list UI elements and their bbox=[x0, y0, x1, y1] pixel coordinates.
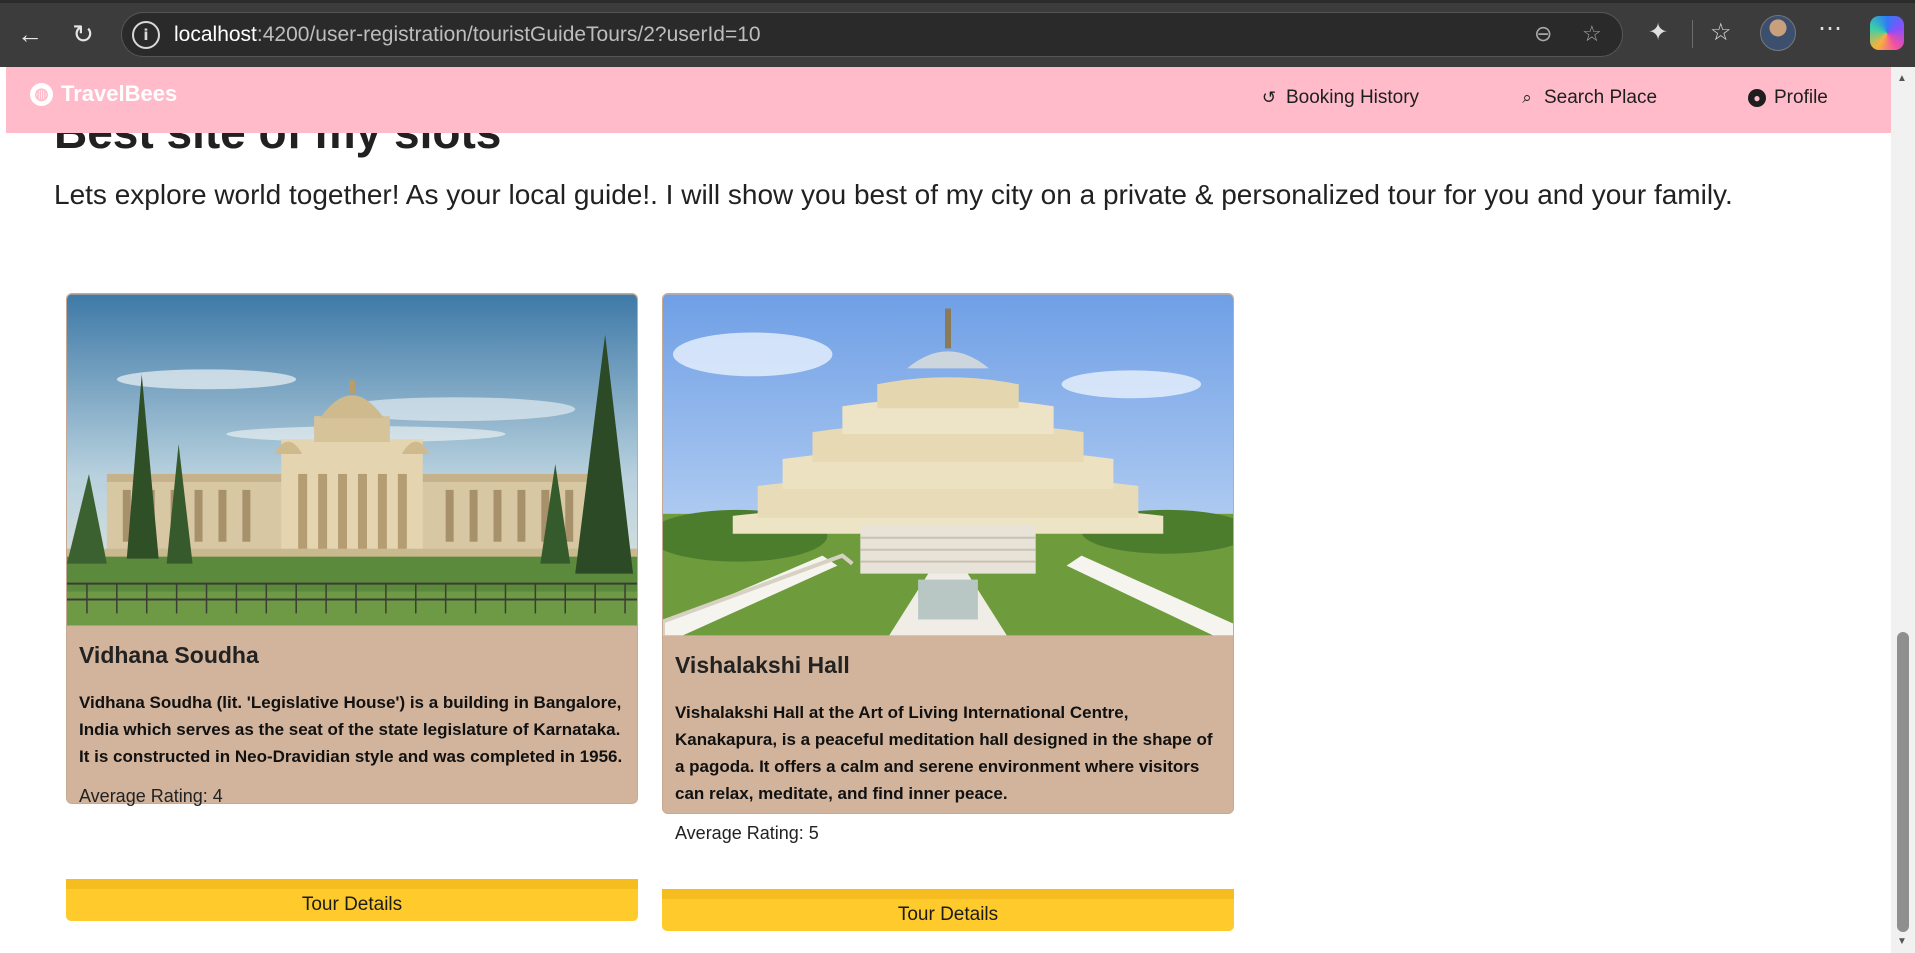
zoom-out-icon[interactable]: ⊖ bbox=[1534, 21, 1552, 47]
browser-profile-avatar[interactable] bbox=[1760, 15, 1796, 51]
tour-rating: Average Rating: 5 bbox=[675, 823, 819, 843]
card-body: Vidhana Soudha Vidhana Soudha (lit. 'Leg… bbox=[67, 642, 637, 807]
tour-details-button[interactable]: Tour Details bbox=[66, 879, 638, 921]
vishalakshi-hall-image bbox=[663, 294, 1233, 636]
tour-card: Vidhana Soudha Vidhana Soudha (lit. 'Leg… bbox=[66, 293, 638, 807]
url-text[interactable]: localhost:4200/user-registration/tourist… bbox=[174, 23, 761, 47]
brand-name: TravelBees bbox=[61, 81, 178, 106]
brand-logo[interactable]: ◍ TravelBees bbox=[30, 81, 177, 107]
reload-icon[interactable]: ↻ bbox=[65, 16, 101, 52]
vidhana-soudha-image bbox=[67, 294, 637, 626]
tab-strip-edge bbox=[0, 0, 1915, 3]
nav-profile-label: Profile bbox=[1774, 87, 1828, 108]
page-scrollbar[interactable]: ▲ ▼ bbox=[1891, 67, 1915, 953]
nav-search-place-label: Search Place bbox=[1544, 87, 1658, 108]
extensions-icon[interactable]: ✦ bbox=[1648, 18, 1668, 47]
address-bar[interactable]: i localhost:4200/user-registration/touri… bbox=[121, 12, 1623, 57]
url-host: localhost bbox=[174, 22, 257, 46]
tour-details-button[interactable]: Tour Details bbox=[662, 889, 1234, 931]
tour-description: Vidhana Soudha (lit. 'Legislative House'… bbox=[79, 693, 623, 766]
scroll-down-arrow-icon[interactable]: ▼ bbox=[1897, 936, 1907, 947]
favorites-icon[interactable]: ☆ bbox=[1710, 18, 1732, 47]
globe-icon: ◍ bbox=[30, 82, 53, 106]
back-arrow-icon[interactable]: ← bbox=[12, 16, 48, 52]
app-navbar: ◍ TravelBees ↺ Booking History ⌕ Search … bbox=[6, 67, 1891, 133]
search-icon: ⌕ bbox=[1522, 88, 1532, 107]
copilot-icon[interactable] bbox=[1870, 16, 1904, 50]
nav-profile[interactable]: ● Profile bbox=[1748, 87, 1828, 109]
page-viewport: Best site of my slots ◍ TravelBees ↺ Boo… bbox=[0, 67, 1915, 953]
nav-booking-history-label: Booking History bbox=[1286, 87, 1420, 108]
toolbar-separator bbox=[1692, 20, 1693, 48]
nav-booking-history[interactable]: ↺ Booking History bbox=[1258, 87, 1419, 109]
tour-title: Vidhana Soudha bbox=[79, 642, 259, 668]
profile-icon: ● bbox=[1748, 89, 1766, 107]
tour-description: Vishalakshi Hall at the Art of Living In… bbox=[675, 703, 1213, 803]
nav-search-place[interactable]: ⌕ Search Place bbox=[1516, 87, 1657, 109]
tour-title: Vishalakshi Hall bbox=[675, 652, 850, 678]
scrollbar-thumb[interactable] bbox=[1897, 632, 1909, 932]
more-menu-icon[interactable]: ⋯ bbox=[1818, 14, 1842, 43]
site-info-icon[interactable]: i bbox=[132, 20, 160, 49]
tour-card: Vishalakshi Hall Vishalakshi Hall at the… bbox=[662, 293, 1234, 843]
intro-text: Lets explore world together! As your loc… bbox=[54, 179, 1733, 210]
history-icon: ↺ bbox=[1261, 88, 1277, 107]
scroll-up-arrow-icon[interactable]: ▲ bbox=[1897, 73, 1907, 84]
favorite-star-icon[interactable]: ☆ bbox=[1582, 21, 1602, 47]
url-path: :4200/user-registration/touristGuideTour… bbox=[256, 22, 761, 46]
card-body: Vishalakshi Hall Vishalakshi Hall at the… bbox=[663, 652, 1233, 844]
browser-toolbar: ← ↻ i localhost:4200/user-registration/t… bbox=[0, 0, 1915, 67]
tour-rating: Average Rating: 4 bbox=[79, 786, 223, 806]
